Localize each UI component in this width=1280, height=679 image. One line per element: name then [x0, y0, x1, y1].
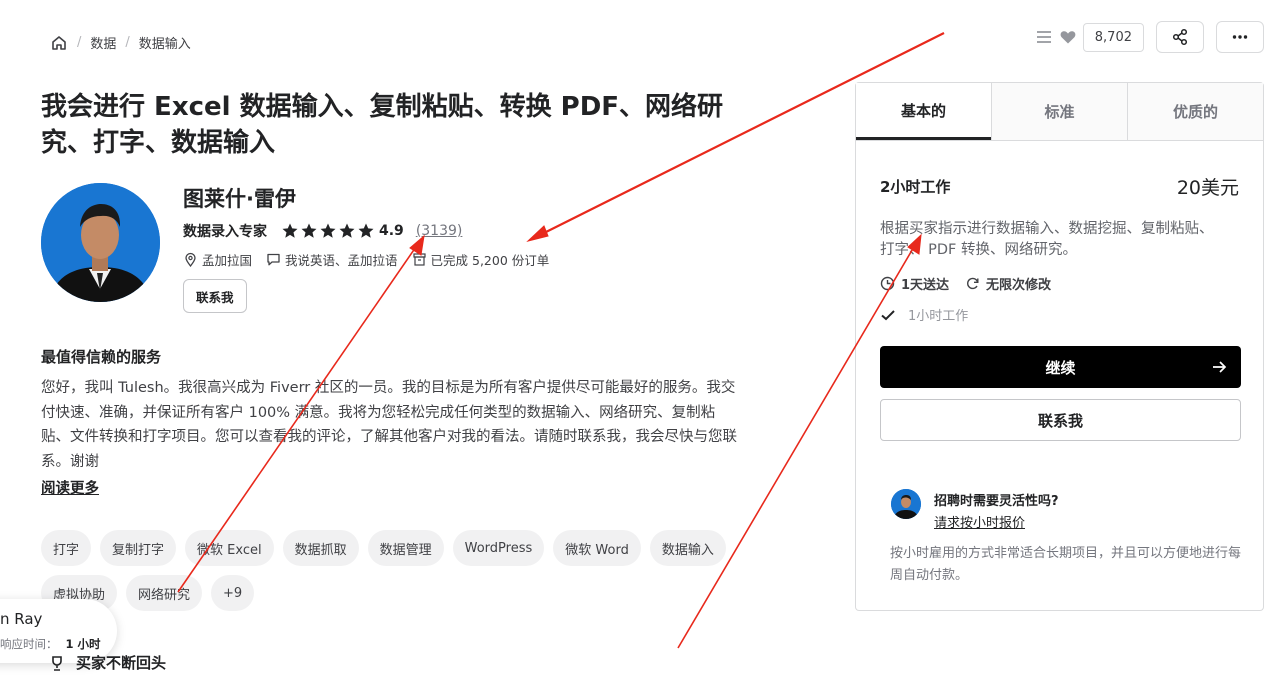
contact-me-button[interactable]: 联系我 — [880, 399, 1241, 441]
repeat-buyers-text: 买家不断回头 — [76, 654, 167, 672]
arrow-right-icon — [1211, 359, 1227, 375]
tag-chip[interactable]: WordPress — [452, 530, 545, 566]
tag-chip[interactable]: 网络研究 — [126, 575, 203, 611]
hourly-text: 按小时雇用的方式非常适合长期项目，并且可以方便地进行每周自动付款。 — [890, 546, 1242, 583]
read-more-link[interactable]: 阅读更多 — [41, 477, 99, 498]
more-button[interactable] — [1216, 21, 1264, 53]
tab-standard[interactable]: 标准 — [991, 83, 1127, 140]
rating-value: 4.9 — [379, 223, 404, 239]
tag-chip[interactable]: 微软 Excel — [185, 530, 274, 566]
seller-avatar[interactable] — [41, 183, 160, 302]
contact-seller-button[interactable]: 联系我 — [183, 279, 247, 313]
delivery-time: 1天送达 — [880, 274, 949, 293]
breadcrumb-item-data-entry[interactable]: 数据输入 — [139, 33, 191, 52]
gig-title: 我会进行 Excel 数据输入、复制粘贴、转换 PDF、网络研究、打字、数据输入 — [41, 92, 724, 158]
location-text: 孟加拉国 — [202, 253, 253, 268]
reviews-link[interactable]: (3139) — [416, 223, 463, 239]
tab-basic[interactable]: 基本的 — [856, 83, 991, 140]
hourly-title: 招聘时需要灵活性吗? — [934, 494, 1059, 509]
save-group: 8,702 — [1035, 22, 1144, 52]
annotation-arrowhead — [526, 225, 549, 242]
continue-button[interactable]: 继续 — [880, 346, 1241, 388]
star-icon — [281, 222, 299, 240]
float-response-time: 响应时间： 1 小时 — [0, 636, 101, 652]
top-actions: 8,702 — [1035, 21, 1264, 53]
package-panel: 基本的 标准 优质的 2小时工作 20美元 根据买家指示进行数据输入、数据挖掘、复制… — [855, 82, 1264, 459]
delivery-text: 1天送达 — [901, 278, 950, 293]
continue-label: 继续 — [1045, 358, 1076, 377]
hourly-panel: 招聘时需要灵活性吗? 请求按小时报价 按小时雇用的方式非常适合长期项目，并且可以… — [855, 458, 1264, 611]
languages: 我说英语、孟加拉语 — [266, 250, 398, 269]
repeat-buyers-heading: 买家不断回头 — [48, 652, 166, 673]
star-icon — [319, 222, 337, 240]
package-include-item: 1小时工作 — [880, 305, 968, 324]
refresh-icon — [965, 276, 980, 291]
heart-icon[interactable] — [1059, 28, 1077, 46]
seller-meta: 孟加拉国 我说英语、孟加拉语 已完成 5,200 份订单 — [183, 250, 549, 269]
seller-name[interactable]: 图莱什·雷伊 — [183, 183, 296, 213]
tag-chip[interactable]: 打字 — [41, 530, 92, 566]
float-seller-name: n Ray — [0, 610, 43, 628]
tag-chip[interactable]: 数据管理 — [367, 530, 444, 566]
breadcrumb: / 数据 / 数据输入 — [50, 33, 191, 52]
speech-bubble-icon — [266, 252, 281, 267]
languages-text: 我说英语、孟加拉语 — [285, 253, 398, 268]
revisions-text: 无限次修改 — [986, 278, 1052, 293]
star-icon — [338, 222, 356, 240]
home-icon[interactable] — [50, 34, 68, 52]
seller-rating-line: 数据录入专家 4.9 (3139) — [183, 221, 462, 241]
hourly-quote-link[interactable]: 请求按小时报价 — [934, 512, 1025, 531]
location: 孟加拉国 — [183, 250, 252, 269]
clock-icon — [880, 276, 895, 291]
hourly-avatar — [891, 489, 921, 519]
breadcrumb-separator: / — [77, 35, 82, 50]
share-button[interactable] — [1156, 21, 1204, 53]
star-icon — [300, 222, 318, 240]
save-count: 8,702 — [1082, 22, 1144, 52]
location-pin-icon — [183, 252, 198, 267]
include-text: 1小时工作 — [908, 309, 969, 324]
more-icon — [1231, 28, 1249, 46]
check-icon — [880, 307, 896, 323]
gig-description: 您好，我叫 Tulesh。我很高兴成为 Fiverr 社区的一员。我的目标是为所… — [41, 380, 737, 470]
tag-list: 打字 复制打字 微软 Excel 数据抓取 数据管理 WordPress 微软 Word 数据… — [41, 530, 761, 611]
response-value: 1 小时 — [65, 637, 101, 651]
tab-premium[interactable]: 优质的 — [1127, 83, 1263, 140]
about-heading: 最值得信赖的服务 — [41, 348, 162, 366]
orders: 已完成 5,200 份订单 — [412, 250, 550, 269]
trophy-icon — [48, 654, 66, 672]
breadcrumb-item-data[interactable]: 数据 — [90, 33, 116, 52]
orders-box-icon — [412, 252, 427, 267]
star-icon — [357, 222, 375, 240]
orders-text: 已完成 5,200 份订单 — [430, 253, 550, 268]
seller-level: 数据录入专家 — [183, 224, 267, 240]
tag-chip[interactable]: 数据输入 — [649, 530, 726, 566]
package-price: 20美元 — [1176, 177, 1239, 199]
revisions: 无限次修改 — [965, 274, 1051, 293]
package-header: 2小时工作 20美元 — [880, 173, 1239, 200]
list-icon[interactable] — [1035, 28, 1053, 46]
breadcrumb-separator: / — [125, 35, 130, 50]
tag-chip[interactable]: 复制打字 — [100, 530, 177, 566]
package-description: 根据买家指示进行数据输入、数据挖掘、复制粘贴、打字、 PDF 转换、网络研究。 — [880, 221, 1214, 258]
tag-chip[interactable]: +9 — [211, 575, 255, 611]
package-meta: 1天送达 无限次修改 — [880, 274, 1051, 293]
rating-stars — [281, 222, 375, 240]
response-label: 响应时间： — [0, 637, 58, 651]
package-tabs: 基本的 标准 优质的 — [856, 83, 1263, 141]
tag-chip[interactable]: 数据抓取 — [282, 530, 359, 566]
package-name: 2小时工作 — [880, 178, 951, 196]
tag-chip[interactable]: 微软 Word — [553, 530, 641, 566]
share-icon — [1171, 28, 1189, 46]
